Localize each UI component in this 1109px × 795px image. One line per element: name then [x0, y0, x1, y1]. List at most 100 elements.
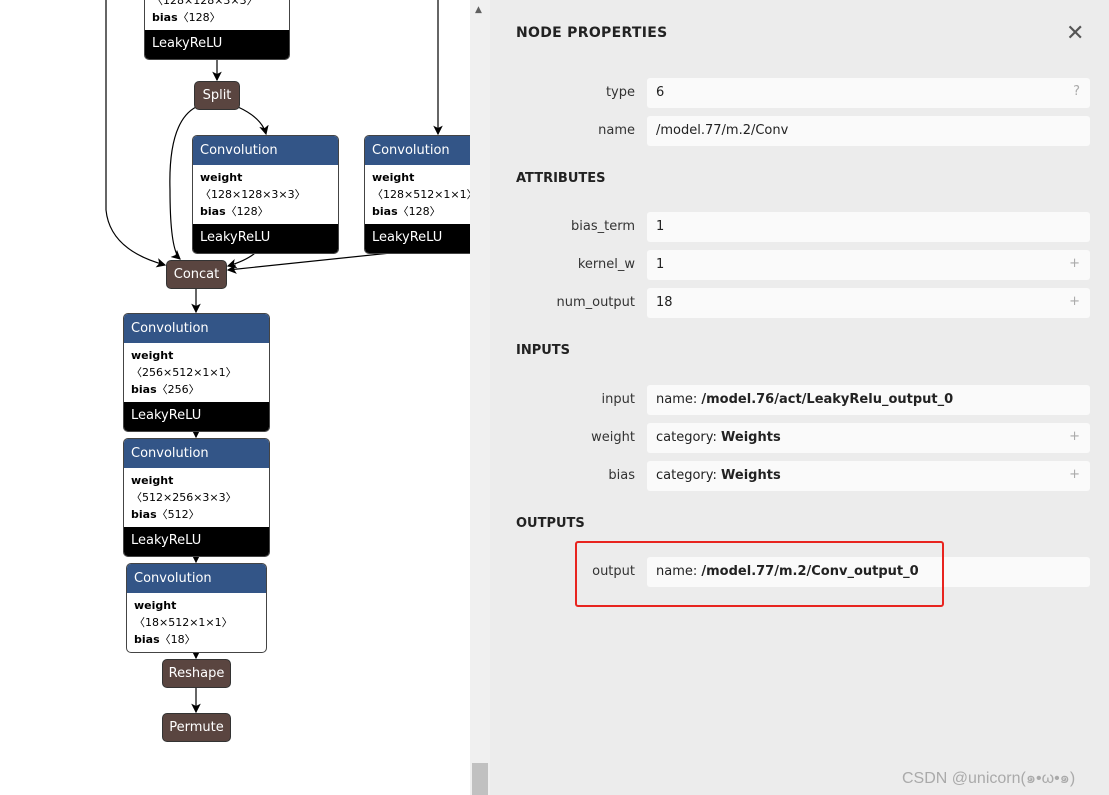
- node-type-label: Convolution: [193, 136, 338, 165]
- property-row-type: type 6?: [490, 78, 1109, 108]
- name-field[interactable]: /model.77/m.2/Conv: [647, 116, 1090, 146]
- property-label: input: [601, 392, 635, 407]
- attribute-value: 〈128〉: [177, 11, 221, 24]
- section-title: OUTPUTS: [516, 516, 585, 531]
- attribute-name: weight: [372, 171, 415, 184]
- attribute-name: bias: [372, 205, 398, 218]
- node-attribute: bias〈128〉: [200, 203, 331, 220]
- expand-plus-icon[interactable]: +: [1069, 467, 1080, 482]
- value-text: 18: [656, 295, 673, 310]
- node-attribute: weight〈128×128×3×3〉: [152, 0, 282, 9]
- node-attribute: bias〈256〉: [131, 381, 262, 398]
- attribute-value: 〈512×256×3×3〉: [131, 491, 237, 504]
- expand-plus-icon[interactable]: +: [1069, 256, 1080, 271]
- attribute-name: bias: [200, 205, 226, 218]
- watermark: CSDN @unicorn(๑•ω•๑): [902, 770, 1076, 787]
- attribute-name: weight: [200, 171, 243, 184]
- scrollbar-thumb[interactable]: [472, 763, 488, 795]
- panel-title: NODE PROPERTIES: [516, 25, 668, 41]
- value-text: 1: [656, 219, 665, 234]
- expand-plus-icon[interactable]: +: [1069, 429, 1080, 444]
- attribute-value: 〈256×512×1×1〉: [131, 366, 237, 379]
- value-text: /model.76/act/LeakyRelu_output_0: [701, 392, 954, 407]
- input-field[interactable]: name: /model.76/act/LeakyRelu_output_0: [647, 385, 1090, 415]
- node-properties-panel: NODE PROPERTIES ✕ type 6? name/model.77/m.…: [490, 0, 1109, 795]
- input-field[interactable]: category: Weights +: [647, 461, 1090, 491]
- attribute-value: 〈18〉: [159, 633, 196, 646]
- property-row-num_output: num_output 18 +: [490, 288, 1109, 318]
- property-row-weight: weight category: Weights +: [490, 423, 1109, 453]
- attribute-name: bias: [131, 383, 157, 396]
- graph-canvas[interactable]: weight〈128×128×3×3〉bias〈128〉LeakyReLUCon…: [0, 0, 470, 795]
- type-field[interactable]: 6?: [647, 78, 1090, 108]
- attribute-value: 〈128×128×3×3〉: [152, 0, 258, 7]
- node-attribute: bias〈128〉: [152, 9, 282, 26]
- node-attributes: weight 〈512×256×3×3〉 bias〈512〉: [124, 468, 269, 527]
- attribute-field[interactable]: 18 +: [647, 288, 1090, 318]
- attribute-value: 〈512〉: [156, 508, 200, 521]
- node-attribute: weight 〈128×512×1×1〉: [372, 169, 470, 203]
- node-activation-label: LeakyReLU: [124, 527, 269, 556]
- graph-node-split[interactable]: Split: [194, 81, 240, 110]
- expand-plus-icon[interactable]: +: [1069, 294, 1080, 309]
- property-row-kernel_w: kernel_w 1 +: [490, 250, 1109, 280]
- property-label: name: [598, 123, 635, 138]
- property-row-bias: bias category: Weights +: [490, 461, 1109, 491]
- graph-node-convolution[interactable]: Convolution weight 〈128×128×3×3〉 bias〈128〉 L…: [192, 135, 339, 254]
- attribute-name: weight: [134, 599, 177, 612]
- property-label: bias_term: [571, 219, 635, 234]
- node-attributes: weight 〈256×512×1×1〉 bias〈256〉: [124, 343, 269, 402]
- value-text: 1: [656, 257, 665, 272]
- node-activation-label: LeakyReLU: [124, 402, 269, 431]
- attribute-name: bias: [134, 633, 160, 646]
- attribute-field[interactable]: 1: [647, 212, 1090, 242]
- graph-node-convolution[interactable]: Convolution weight 〈18×512×1×1〉 bias〈18〉: [126, 563, 267, 653]
- node-attributes: weight 〈128×512×1×1〉 bias〈128〉: [365, 165, 470, 224]
- value-text: Weights: [721, 468, 781, 483]
- node-attribute: bias〈128〉: [372, 203, 470, 220]
- edge: [237, 106, 269, 136]
- graph-node-convolution[interactable]: Convolution weight 〈512×256×3×3〉 bias〈512〉 L…: [123, 438, 270, 557]
- property-row-input: input name: /model.76/act/LeakyRelu_outpu…: [490, 385, 1109, 415]
- section-title: INPUTS: [516, 343, 571, 358]
- attribute-value: 〈128×512×1×1〉: [372, 188, 470, 201]
- attribute-name: weight: [131, 349, 174, 362]
- property-row-name: name/model.77/m.2/Conv: [490, 116, 1109, 146]
- node-type-label: Convolution: [124, 314, 269, 343]
- attribute-value: 〈128〉: [225, 205, 269, 218]
- node-attribute: weight 〈256×512×1×1〉: [131, 347, 262, 381]
- attribute-value: 〈256〉: [156, 383, 200, 396]
- close-icon[interactable]: ✕: [1066, 21, 1084, 46]
- help-icon[interactable]: ?: [1073, 84, 1080, 99]
- attribute-value: 〈128×128×3×3〉: [200, 188, 306, 201]
- node-type-label: Convolution: [127, 564, 266, 593]
- property-label: type: [605, 85, 635, 100]
- node-attributes: weight 〈128×128×3×3〉 bias〈128〉: [193, 165, 338, 224]
- node-attribute: bias〈18〉: [134, 631, 259, 648]
- value-key: category:: [656, 430, 722, 445]
- attribute-value: 〈18×512×1×1〉: [134, 616, 233, 629]
- value-key: category:: [656, 468, 722, 483]
- graph-node-permute[interactable]: Permute: [162, 713, 231, 742]
- node-activation-label: LeakyReLU: [365, 224, 470, 253]
- attribute-value: 〈128〉: [397, 205, 441, 218]
- attribute-name: weight: [131, 474, 174, 487]
- graph-node-convolution[interactable]: weight〈128×128×3×3〉bias〈128〉LeakyReLU: [144, 0, 290, 60]
- value-text: /model.77/m.2/Conv: [656, 123, 789, 138]
- input-field[interactable]: category: Weights +: [647, 423, 1090, 453]
- scroll-up-arrow-icon[interactable]: ▲: [475, 5, 482, 15]
- graph-scrollbar[interactable]: ▲: [470, 0, 490, 795]
- graph-node-convolution[interactable]: Convolution weight 〈128×512×1×1〉 bias〈128〉 L…: [364, 135, 470, 254]
- node-activation-label: LeakyReLU: [193, 224, 338, 253]
- graph-node-reshape[interactable]: Reshape: [162, 659, 231, 688]
- node-type-label: Convolution: [365, 136, 470, 165]
- graph-node-concat[interactable]: Concat: [166, 260, 227, 289]
- node-attribute: weight 〈128×128×3×3〉: [200, 169, 331, 203]
- attribute-name: bias: [131, 508, 157, 521]
- node-attribute: bias〈512〉: [131, 506, 262, 523]
- attribute-field[interactable]: 1 +: [647, 250, 1090, 280]
- attribute-name: bias: [152, 11, 178, 24]
- node-attributes: weight〈128×128×3×3〉bias〈128〉: [145, 0, 289, 30]
- graph-node-convolution[interactable]: Convolution weight 〈256×512×1×1〉 bias〈256〉 L…: [123, 313, 270, 432]
- node-activation-label: LeakyReLU: [145, 30, 289, 59]
